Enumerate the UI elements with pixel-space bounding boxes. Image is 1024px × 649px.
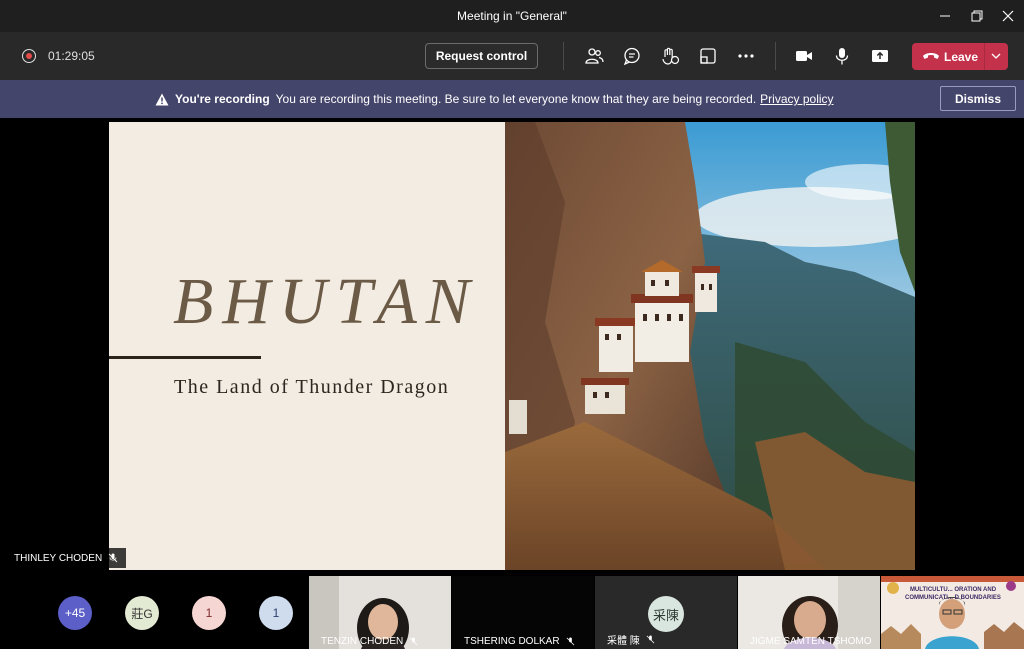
raise-hand-icon bbox=[662, 47, 680, 65]
chat-icon bbox=[623, 47, 640, 66]
recording-text: You are recording this meeting. Be sure … bbox=[275, 92, 757, 106]
restore-button[interactable] bbox=[960, 0, 994, 32]
meeting-toolbar: 01:29:05 Request control Leave bbox=[0, 32, 1024, 80]
participant-avatar[interactable]: 莊G bbox=[125, 596, 159, 630]
camera-button[interactable] bbox=[792, 44, 816, 68]
participant-strip: +45 莊G 1 1 TENZIN CHODEN TSHERING DOLKAR… bbox=[0, 574, 1024, 649]
slide-divider bbox=[109, 356, 261, 359]
recording-heading: You're recording bbox=[175, 92, 270, 106]
mic-off-icon bbox=[566, 637, 574, 646]
share-screen-button[interactable] bbox=[868, 44, 892, 68]
recording-banner: You're recording You are recording this … bbox=[0, 80, 1024, 118]
shared-content-stage: BHUTAN The Land of Thunder Dragon THINLE… bbox=[0, 118, 1024, 574]
participant-video-tile[interactable]: TENZIN CHODEN bbox=[309, 576, 451, 649]
active-speaker-tag: THINLEY CHODEN bbox=[6, 548, 127, 568]
mic-off-icon bbox=[409, 637, 418, 646]
dismiss-button[interactable]: Dismiss bbox=[940, 86, 1016, 111]
participant-avatar[interactable]: 1 bbox=[192, 596, 226, 630]
mic-off-icon bbox=[108, 553, 118, 563]
participant-name: 采體 陳 bbox=[607, 636, 640, 647]
more-actions-button[interactable] bbox=[734, 44, 758, 68]
breakout-rooms-icon bbox=[700, 48, 716, 64]
slide-subtitle: The Land of Thunder Dragon bbox=[174, 376, 450, 398]
hang-up-icon bbox=[923, 53, 939, 59]
share-icon bbox=[872, 50, 888, 62]
minimize-button[interactable] bbox=[928, 0, 962, 32]
minimize-icon bbox=[940, 15, 950, 17]
monastery-cliff-photo bbox=[505, 122, 915, 570]
privacy-policy-link[interactable]: Privacy policy bbox=[760, 92, 833, 106]
close-window-button[interactable] bbox=[991, 0, 1024, 32]
restore-icon bbox=[971, 10, 983, 22]
window-title: Meeting in "General" bbox=[457, 9, 567, 23]
microphone-icon bbox=[835, 48, 849, 65]
request-control-button[interactable]: Request control bbox=[425, 43, 538, 69]
leave-button[interactable]: Leave bbox=[912, 43, 1008, 70]
camera-icon bbox=[796, 51, 812, 61]
participant-name: TENZIN CHODEN bbox=[321, 636, 404, 647]
slide-title: BHUTAN bbox=[173, 265, 479, 338]
warning-icon bbox=[155, 93, 169, 106]
reactions-button[interactable] bbox=[658, 44, 682, 68]
title-bar: Meeting in "General" bbox=[0, 0, 1024, 32]
toolbar-divider bbox=[563, 42, 564, 70]
participant-name: TSHERING DOLKAR bbox=[464, 636, 560, 647]
mic-off-icon bbox=[646, 635, 655, 644]
people-icon bbox=[585, 48, 604, 64]
participant-initials-avatar: 采陳 bbox=[648, 596, 684, 632]
speaker-name: THINLEY CHODEN bbox=[14, 552, 103, 564]
participant-video-tile[interactable]: MULTICULTU... ORATION AND COMMUNICATI...… bbox=[881, 576, 1024, 649]
chevron-down-icon[interactable] bbox=[989, 49, 1003, 63]
people-button[interactable] bbox=[582, 44, 606, 68]
presentation-slide: BHUTAN The Land of Thunder Dragon bbox=[109, 122, 915, 570]
overflow-participants-button[interactable]: +45 bbox=[58, 596, 92, 630]
rooms-button[interactable] bbox=[696, 44, 720, 68]
poster-title: MULTICULTU... ORATION AND COMMUNICATI...… bbox=[905, 587, 1001, 601]
meeting-timer: 01:29:05 bbox=[48, 49, 95, 63]
recording-indicator-icon bbox=[22, 49, 36, 63]
participant-avatar[interactable]: 1 bbox=[259, 596, 293, 630]
participant-video-tile[interactable]: JIGME SAMTEN TSHOMO bbox=[738, 576, 880, 649]
microphone-button[interactable] bbox=[830, 44, 854, 68]
leave-label: Leave bbox=[944, 50, 979, 64]
toolbar-divider bbox=[775, 42, 776, 70]
participant-name: JIGME SAMTEN TSHOMO bbox=[750, 636, 872, 647]
participant-video-tile[interactable]: 采陳 采體 陳 bbox=[595, 576, 737, 649]
close-icon bbox=[1002, 10, 1014, 22]
more-icon bbox=[738, 54, 754, 58]
participant-video-tile[interactable]: TSHERING DOLKAR bbox=[452, 576, 594, 649]
recording-message: You're recording You are recording this … bbox=[155, 92, 834, 106]
chat-button[interactable] bbox=[620, 44, 644, 68]
